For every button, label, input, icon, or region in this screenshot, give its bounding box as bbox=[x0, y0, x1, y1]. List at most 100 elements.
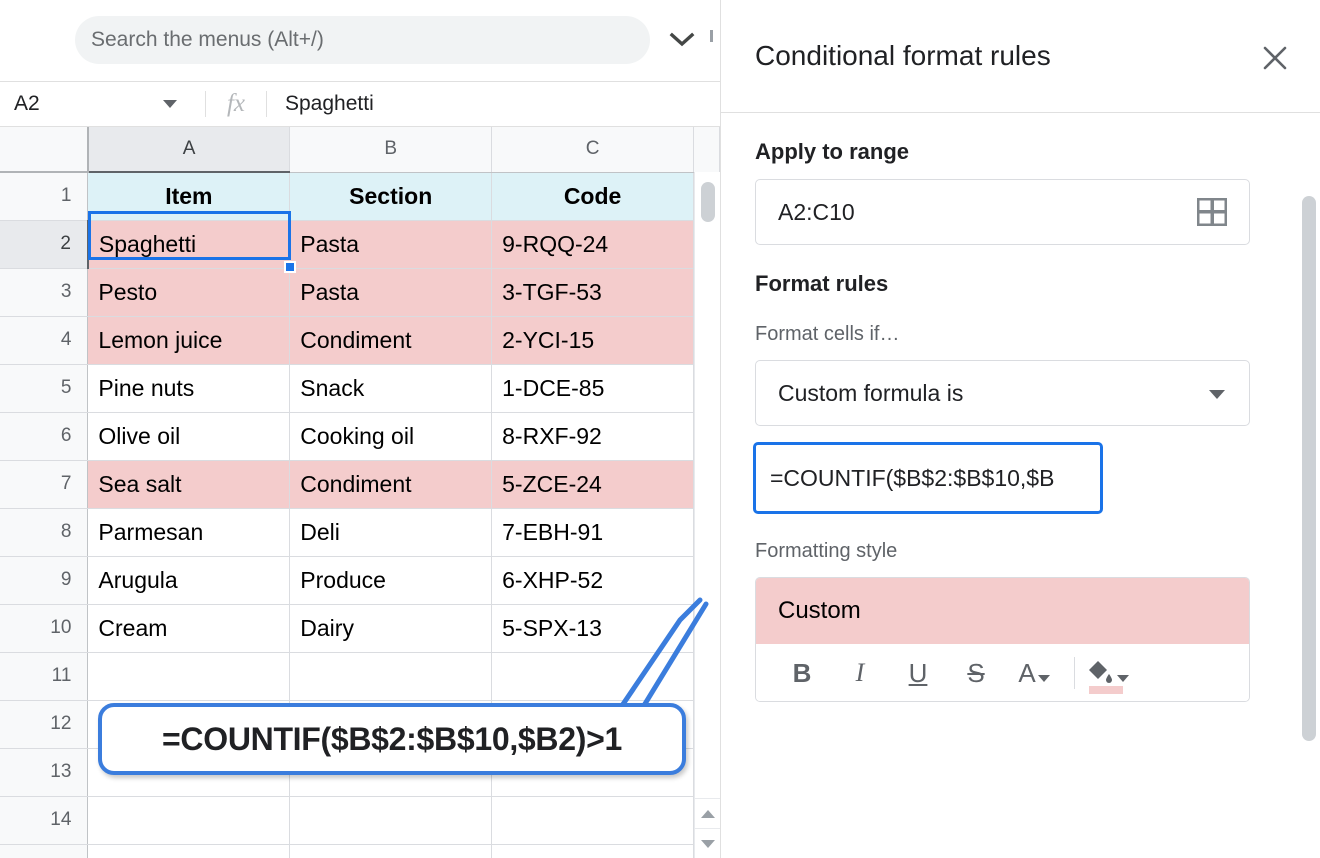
row-header-11[interactable]: 11 bbox=[0, 652, 88, 700]
format-cells-if-label: Format cells if… bbox=[755, 323, 1320, 346]
table-row: 4Lemon juiceCondiment2-YCI-15 bbox=[0, 316, 720, 364]
custom-formula-input[interactable]: =COUNTIF($B$2:$B$10,$B bbox=[753, 442, 1103, 514]
table-row: 7Sea saltCondiment5-ZCE-24 bbox=[0, 460, 720, 508]
row-header-1[interactable]: 1 bbox=[0, 172, 88, 220]
scrollbar-thumb[interactable] bbox=[701, 182, 715, 222]
row-header-4[interactable]: 4 bbox=[0, 316, 88, 364]
underline-button[interactable]: U bbox=[896, 651, 940, 695]
fill-handle[interactable] bbox=[284, 261, 296, 273]
cell-B7[interactable]: Condiment bbox=[290, 460, 492, 508]
cell-B2[interactable]: Pasta bbox=[290, 220, 492, 268]
fx-icon: fx bbox=[206, 90, 266, 118]
triangle-down-icon bbox=[701, 840, 715, 848]
cell-A7[interactable]: Sea salt bbox=[88, 460, 290, 508]
cell-C8[interactable]: 7-EBH-91 bbox=[492, 508, 694, 556]
chevron-down-icon[interactable] bbox=[163, 100, 177, 108]
cell-B5[interactable]: Snack bbox=[290, 364, 492, 412]
cell-B3[interactable]: Pasta bbox=[290, 268, 492, 316]
cell-C2[interactable]: 9-RQQ-24 bbox=[492, 220, 694, 268]
close-icon[interactable] bbox=[1259, 42, 1291, 74]
search-menus-box[interactable] bbox=[75, 16, 650, 64]
table-row: 2SpaghettiPasta9-RQQ-24 bbox=[0, 220, 720, 268]
column-header-a[interactable]: A bbox=[88, 127, 290, 172]
panel-header: Conditional format rules bbox=[721, 0, 1320, 113]
cell-B4[interactable]: Condiment bbox=[290, 316, 492, 364]
table-row: 15 bbox=[0, 844, 720, 858]
table-row: 5Pine nutsSnack1-DCE-85 bbox=[0, 364, 720, 412]
cell-B11[interactable] bbox=[290, 652, 492, 700]
row-header-2[interactable]: 2 bbox=[0, 220, 88, 268]
chevron-down-icon[interactable] bbox=[1209, 390, 1225, 399]
row-header-9[interactable]: 9 bbox=[0, 556, 88, 604]
text-color-button[interactable]: A bbox=[1012, 651, 1056, 695]
column-header-b[interactable]: B bbox=[290, 127, 492, 172]
cell-A8[interactable]: Parmesan bbox=[88, 508, 290, 556]
cell-C11[interactable] bbox=[492, 652, 694, 700]
search-input[interactable] bbox=[91, 28, 650, 52]
row-header-5[interactable]: 5 bbox=[0, 364, 88, 412]
fill-color-button[interactable] bbox=[1085, 651, 1129, 695]
cell-A2[interactable]: Spaghetti bbox=[88, 220, 290, 268]
cell-C4[interactable]: 2-YCI-15 bbox=[492, 316, 694, 364]
cell-A11[interactable] bbox=[88, 652, 290, 700]
row-header-15[interactable]: 15 bbox=[0, 844, 88, 858]
column-header-partial[interactable] bbox=[693, 127, 719, 172]
cell-C14[interactable] bbox=[492, 796, 694, 844]
scroll-up-button[interactable] bbox=[695, 798, 720, 828]
cell-C3[interactable]: 3-TGF-53 bbox=[492, 268, 694, 316]
cell-C7[interactable]: 5-ZCE-24 bbox=[492, 460, 694, 508]
cell-C1[interactable]: Code bbox=[492, 172, 694, 220]
cell-B10[interactable]: Dairy bbox=[290, 604, 492, 652]
chevron-down-icon[interactable] bbox=[1038, 675, 1050, 682]
cell-A6[interactable]: Olive oil bbox=[88, 412, 290, 460]
cell-C10[interactable]: 5-SPX-13 bbox=[492, 604, 694, 652]
name-box[interactable]: A2 bbox=[0, 82, 205, 127]
cell-C9[interactable]: 6-XHP-52 bbox=[492, 556, 694, 604]
cell-B8[interactable]: Deli bbox=[290, 508, 492, 556]
cell-A5[interactable]: Pine nuts bbox=[88, 364, 290, 412]
cell-C15[interactable] bbox=[492, 844, 694, 858]
menu-bar bbox=[0, 0, 720, 82]
grid-select-icon[interactable] bbox=[1197, 198, 1227, 231]
cell-B9[interactable]: Produce bbox=[290, 556, 492, 604]
cell-A15[interactable] bbox=[88, 844, 290, 858]
scroll-down-button[interactable] bbox=[695, 828, 720, 858]
table-row: 14 bbox=[0, 796, 720, 844]
condition-select[interactable]: Custom formula is bbox=[755, 360, 1250, 426]
row-header-12[interactable]: 12 bbox=[0, 700, 88, 748]
bold-button[interactable]: B bbox=[780, 651, 824, 695]
row-header-13[interactable]: 13 bbox=[0, 748, 88, 796]
chevron-down-icon[interactable] bbox=[1117, 675, 1129, 682]
cell-A3[interactable]: Pesto bbox=[88, 268, 290, 316]
cell-C6[interactable]: 8-RXF-92 bbox=[492, 412, 694, 460]
row-header-7[interactable]: 7 bbox=[0, 460, 88, 508]
row-header-3[interactable]: 3 bbox=[0, 268, 88, 316]
cell-A9[interactable]: Arugula bbox=[88, 556, 290, 604]
triangle-up-icon bbox=[701, 810, 715, 818]
cell-A10[interactable]: Cream bbox=[88, 604, 290, 652]
cell-C5[interactable]: 1-DCE-85 bbox=[492, 364, 694, 412]
cell-B6[interactable]: Cooking oil bbox=[290, 412, 492, 460]
cell-A1[interactable]: Item bbox=[88, 172, 290, 220]
formatting-style-card: Custom B I U S A bbox=[755, 577, 1250, 702]
row-header-14[interactable]: 14 bbox=[0, 796, 88, 844]
apply-to-range-field[interactable]: A2:C10 bbox=[755, 179, 1250, 245]
italic-button[interactable]: I bbox=[838, 651, 882, 695]
menubar-edge-clip bbox=[710, 30, 713, 42]
row-header-10[interactable]: 10 bbox=[0, 604, 88, 652]
cell-B1[interactable]: Section bbox=[290, 172, 492, 220]
panel-scrollbar-thumb[interactable] bbox=[1302, 196, 1316, 741]
row-header-6[interactable]: 6 bbox=[0, 412, 88, 460]
row-header-8[interactable]: 8 bbox=[0, 508, 88, 556]
chevron-down-icon[interactable] bbox=[668, 28, 696, 52]
cell-A14[interactable] bbox=[88, 796, 290, 844]
select-all-corner[interactable] bbox=[0, 127, 88, 172]
strikethrough-button[interactable]: S bbox=[954, 651, 998, 695]
cell-A4[interactable]: Lemon juice bbox=[88, 316, 290, 364]
cell-B15[interactable] bbox=[290, 844, 492, 858]
annotation-callout: =COUNTIF($B$2:$B$10,$B2)>1 bbox=[98, 703, 686, 775]
cell-B14[interactable] bbox=[290, 796, 492, 844]
column-header-c[interactable]: C bbox=[492, 127, 694, 172]
sheet-vertical-scrollbar[interactable] bbox=[694, 172, 720, 858]
formula-input[interactable]: Spaghetti bbox=[267, 92, 374, 116]
